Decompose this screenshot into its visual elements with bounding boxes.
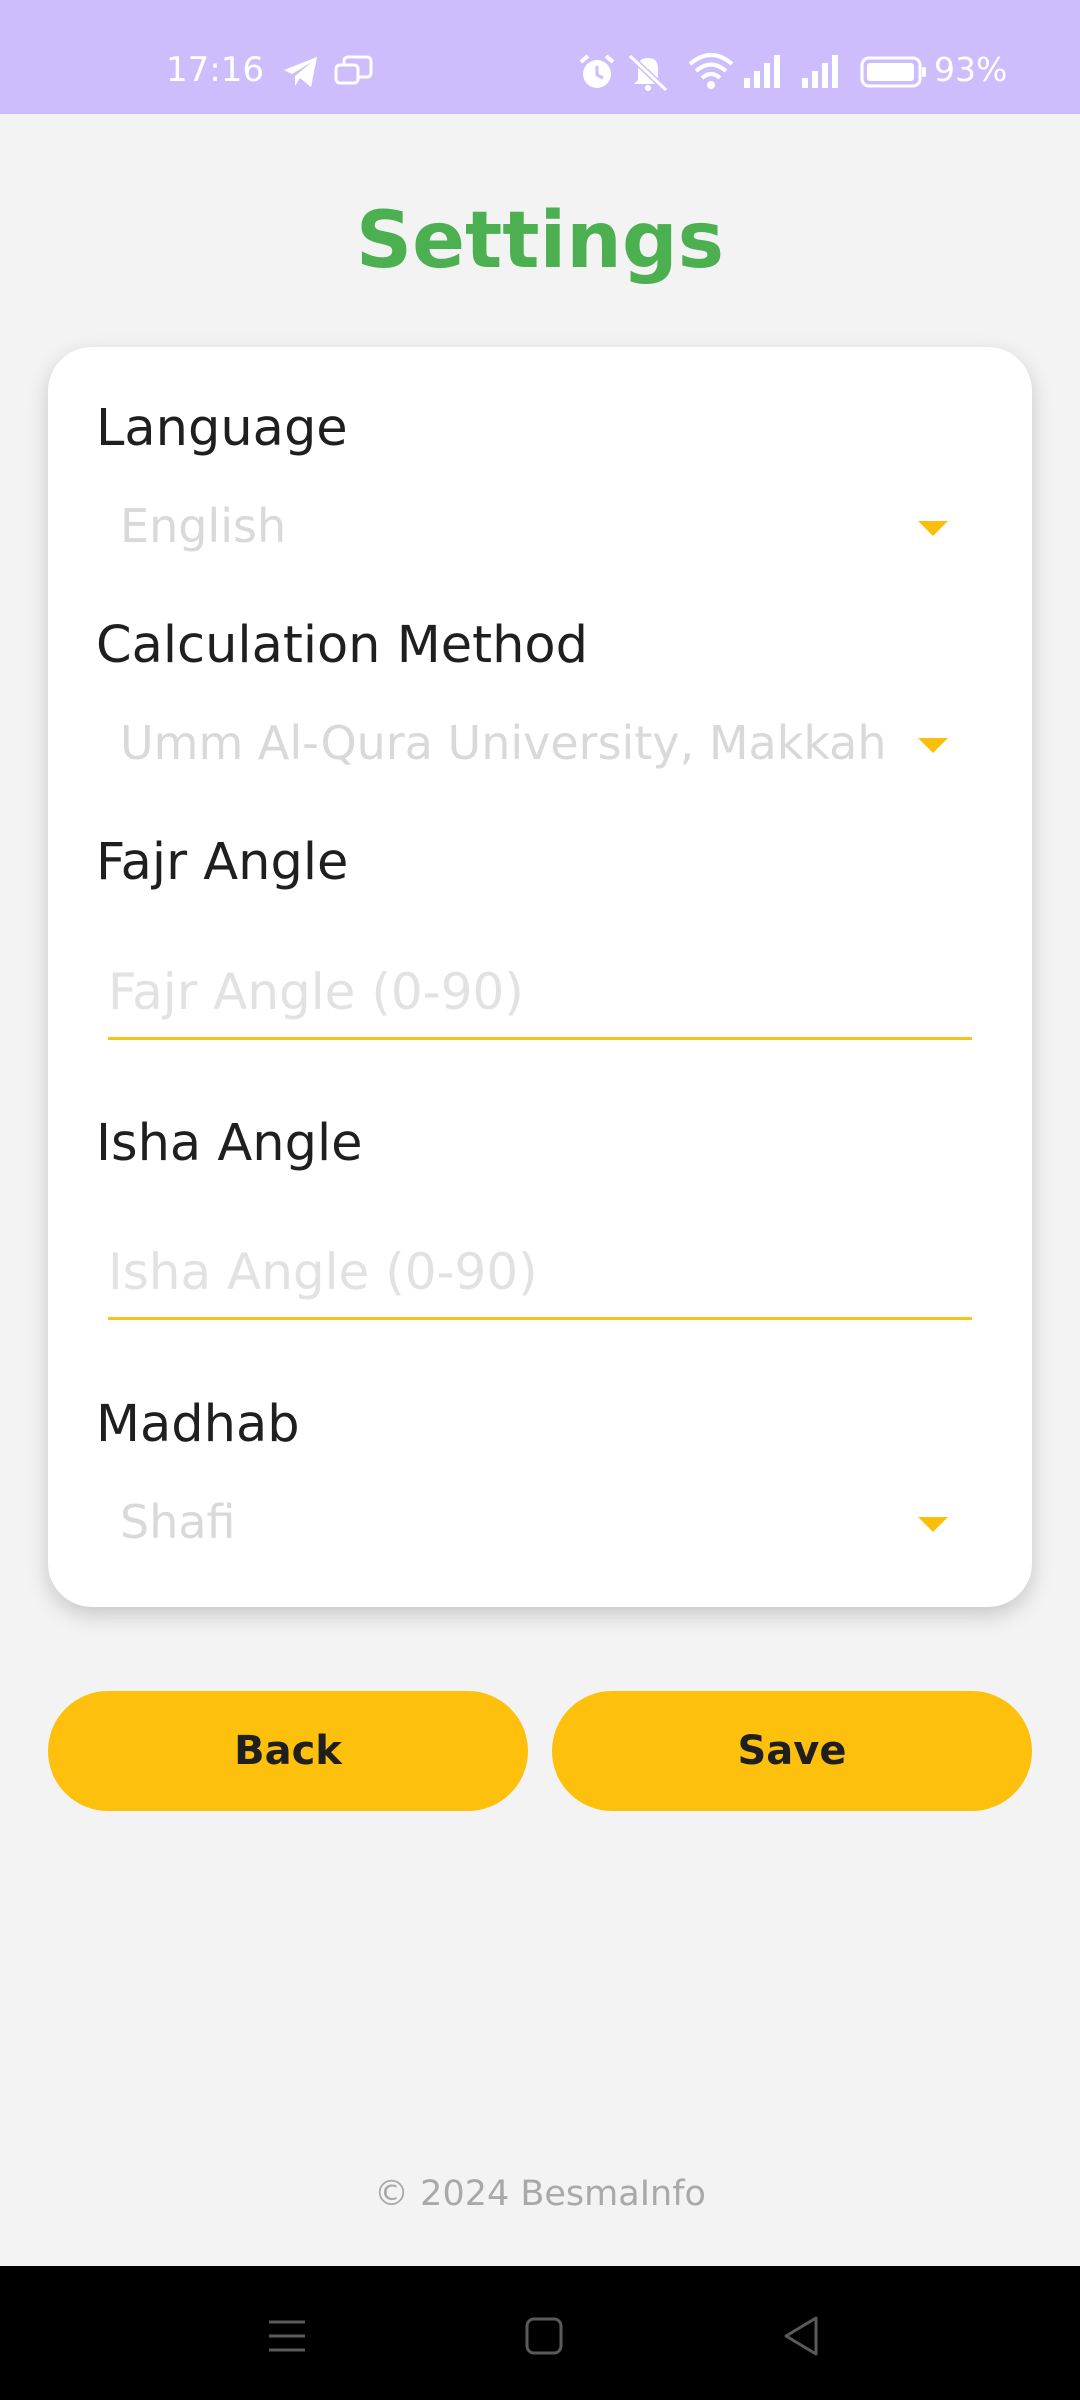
dropdown-arrow-icon bbox=[918, 521, 948, 536]
madhab-dropdown[interactable]: Shafi bbox=[120, 1487, 984, 1567]
madhab-value: Shafi bbox=[120, 1495, 236, 1549]
fajr-angle-label: Fajr Angle bbox=[96, 833, 349, 892]
telegram-icon bbox=[282, 55, 320, 94]
language-value: English bbox=[120, 499, 287, 553]
language-dropdown[interactable]: English bbox=[120, 491, 984, 571]
status-bar: 17:16 93% bbox=[0, 0, 1080, 114]
madhab-label: Madhab bbox=[96, 1395, 300, 1454]
battery-icon bbox=[860, 56, 928, 93]
back-icon[interactable] bbox=[772, 2306, 832, 2366]
signal-icon bbox=[742, 54, 786, 93]
language-label: Language bbox=[96, 399, 348, 458]
dropdown-arrow-icon bbox=[918, 1517, 948, 1532]
message-icon bbox=[334, 55, 374, 94]
wifi-icon bbox=[688, 52, 734, 95]
fajr-angle-input[interactable] bbox=[108, 947, 972, 1040]
signal-icon-2 bbox=[800, 54, 844, 93]
battery-percentage: 93% bbox=[934, 50, 1008, 89]
calculation-method-value: Umm Al-Qura University, Makkah bbox=[120, 716, 887, 770]
mute-icon bbox=[626, 52, 670, 97]
calculation-method-label: Calculation Method bbox=[96, 616, 588, 675]
settings-card: Language English Calculation Method Umm … bbox=[48, 347, 1032, 1607]
dropdown-arrow-icon bbox=[918, 738, 948, 753]
back-button[interactable]: Back bbox=[48, 1691, 528, 1811]
page-title: Settings bbox=[355, 196, 725, 286]
menu-icon[interactable] bbox=[257, 2306, 317, 2366]
home-icon[interactable] bbox=[514, 2306, 574, 2366]
isha-angle-input[interactable] bbox=[108, 1227, 972, 1320]
copyright-footer: © 2024 BesmaInfo bbox=[374, 2174, 706, 2214]
save-button[interactable]: Save bbox=[552, 1691, 1032, 1811]
calculation-method-dropdown[interactable]: Umm Al-Qura University, Makkah bbox=[120, 708, 984, 788]
isha-angle-label: Isha Angle bbox=[96, 1114, 363, 1173]
system-nav-bar bbox=[0, 2266, 1080, 2400]
alarm-icon bbox=[578, 53, 616, 96]
status-time: 17:16 bbox=[166, 50, 264, 90]
